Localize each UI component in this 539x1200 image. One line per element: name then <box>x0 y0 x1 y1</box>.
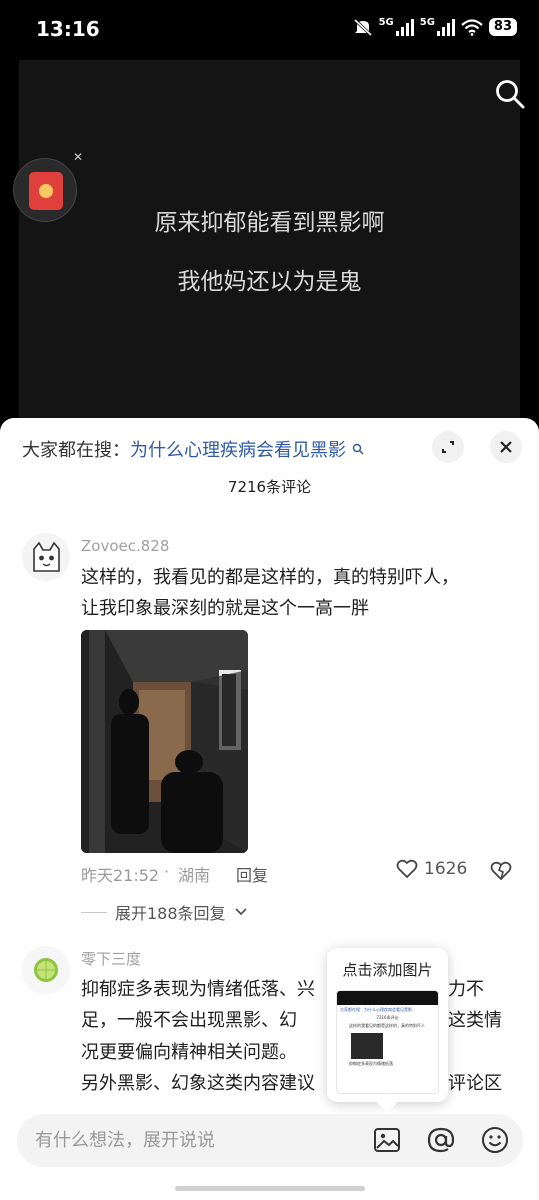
comment-text-line: 这样的，我看见的都是这样的，真的特别吓人， <box>81 567 459 588</box>
comment-text-line: 抑郁症多表现为情绪低落、兴 <box>81 979 315 1000</box>
hot-search-term[interactable]: 为什么心理疾病会看见黑影 <box>130 440 346 461</box>
lime-avatar-icon <box>22 946 70 994</box>
comment-location: 湖南 <box>178 866 211 885</box>
wifi-icon <box>461 18 483 36</box>
dot-separator: · <box>164 862 170 881</box>
thumb-text: 大家都在搜：为什么心理疾病会看见黑影 <box>340 1007 412 1012</box>
screenshot-thumbnail[interactable]: 大家都在搜：为什么心理疾病会看见黑影 7216条评论 这样的我看见的都是这样的，… <box>336 990 439 1094</box>
comment-text-line: 评论区 <box>448 1073 502 1094</box>
search-small-icon <box>352 443 364 455</box>
reply-button[interactable]: 回复 <box>236 862 268 886</box>
comment-text-line: 让我印象最深刻的就是这个一高一胖 <box>81 598 369 619</box>
signal-icon <box>395 18 414 36</box>
divider-line <box>81 911 107 913</box>
comment-text-line: 另外黑影、幻象这类内容建议 <box>81 1073 315 1094</box>
avatar[interactable] <box>22 533 70 581</box>
like-button[interactable]: 1626 <box>396 859 467 879</box>
mention-icon[interactable] <box>425 1123 457 1157</box>
close-icon <box>500 441 512 453</box>
popup-title: 点击添加图片 <box>342 961 433 979</box>
status-icons: 5G 5G 83 <box>353 16 517 36</box>
image-icon[interactable] <box>371 1123 403 1157</box>
home-indicator[interactable] <box>175 1186 365 1191</box>
search-icon[interactable] <box>494 78 526 110</box>
cat-avatar-icon <box>22 533 70 581</box>
comment-text-line: 力不 <box>448 979 484 1000</box>
expand-icon <box>442 441 454 453</box>
expand-button[interactable] <box>432 431 464 463</box>
status-time: 13:16 <box>36 17 100 41</box>
expand-replies-label: 展开188条回复 <box>115 904 226 923</box>
network-label-2: 5G <box>419 16 435 28</box>
comment-count: 7216条评论 <box>227 478 312 496</box>
thumb-text: 抑郁症多表现为情绪低落 <box>349 1061 393 1066</box>
signal-icon-2 <box>436 18 455 36</box>
comment-username[interactable]: Zovoec.828 <box>81 537 169 555</box>
avatar[interactable] <box>22 946 70 994</box>
like-count: 1626 <box>424 859 468 879</box>
comment-photo[interactable] <box>81 630 248 853</box>
hot-search-bar[interactable]: 大家都在搜：为什么心理疾病会看见黑影 <box>22 436 364 462</box>
heart-icon <box>396 859 418 879</box>
comment-username[interactable]: 零下三度 <box>81 948 141 969</box>
comment-input[interactable] <box>33 1114 363 1167</box>
thumb-text: 这样的我看见的都是这样的，真的特别吓人 <box>349 1023 425 1028</box>
chevron-down-icon <box>234 908 247 916</box>
comment-text-line: 足，一般不会出现黑影、幻 <box>81 1010 297 1031</box>
comment-text-line: 况更要偏向精神相关问题。 <box>81 1042 297 1063</box>
add-image-popup[interactable]: 点击添加图片 大家都在搜：为什么心理疾病会看见黑影 7216条评论 这样的我看见… <box>327 948 448 1102</box>
comment-time: 昨天21:52 <box>81 866 160 885</box>
close-comments-button[interactable] <box>490 431 522 463</box>
video-caption-2: 我他妈还以为是鬼 <box>177 269 362 295</box>
comment-text-line: 这类情 <box>448 1010 502 1031</box>
thumb-photo <box>351 1033 383 1059</box>
video-player[interactable] <box>19 60 520 440</box>
broken-heart-icon[interactable] <box>489 860 513 882</box>
emoji-icon[interactable] <box>479 1123 511 1157</box>
battery-indicator: 83 <box>488 18 517 36</box>
hot-search-prefix: 大家都在搜： <box>22 440 130 461</box>
mute-icon <box>353 18 372 36</box>
network-label-1: 5G <box>378 16 394 28</box>
hallway-shadow-figures-image <box>81 630 248 853</box>
close-icon[interactable]: ✕ <box>73 150 83 164</box>
expand-replies-button[interactable]: 展开188条回复 <box>81 900 248 924</box>
status-bar: 13:16 5G 5G 83 <box>0 0 539 60</box>
thumb-video-bar <box>337 991 438 1005</box>
video-caption-1: 原来抑郁能看到黑影啊 <box>154 210 385 236</box>
